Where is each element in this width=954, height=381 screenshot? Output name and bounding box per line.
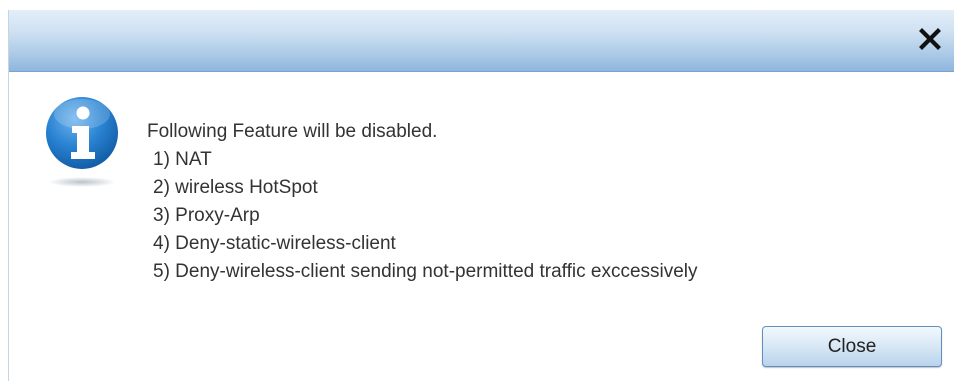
- info-icon: [42, 93, 122, 187]
- feature-item: 4) Deny-static-wireless-client: [153, 233, 396, 254]
- feature-item: 5) Deny-wireless-client sending not-perm…: [153, 261, 698, 282]
- dialog-titlebar: [9, 10, 954, 72]
- message-heading: Following Feature will be disabled.: [147, 121, 438, 142]
- close-icon[interactable]: [919, 28, 941, 50]
- feature-item: 3) Proxy-Arp: [153, 205, 260, 226]
- feature-item: 2) wireless HotSpot: [153, 177, 318, 198]
- close-button[interactable]: Close: [762, 326, 942, 367]
- info-dialog: Following Feature will be disabled. 1) N…: [8, 10, 954, 381]
- feature-item: 1) NAT: [153, 149, 212, 170]
- dialog-message: Following Feature will be disabled. 1) N…: [147, 118, 698, 286]
